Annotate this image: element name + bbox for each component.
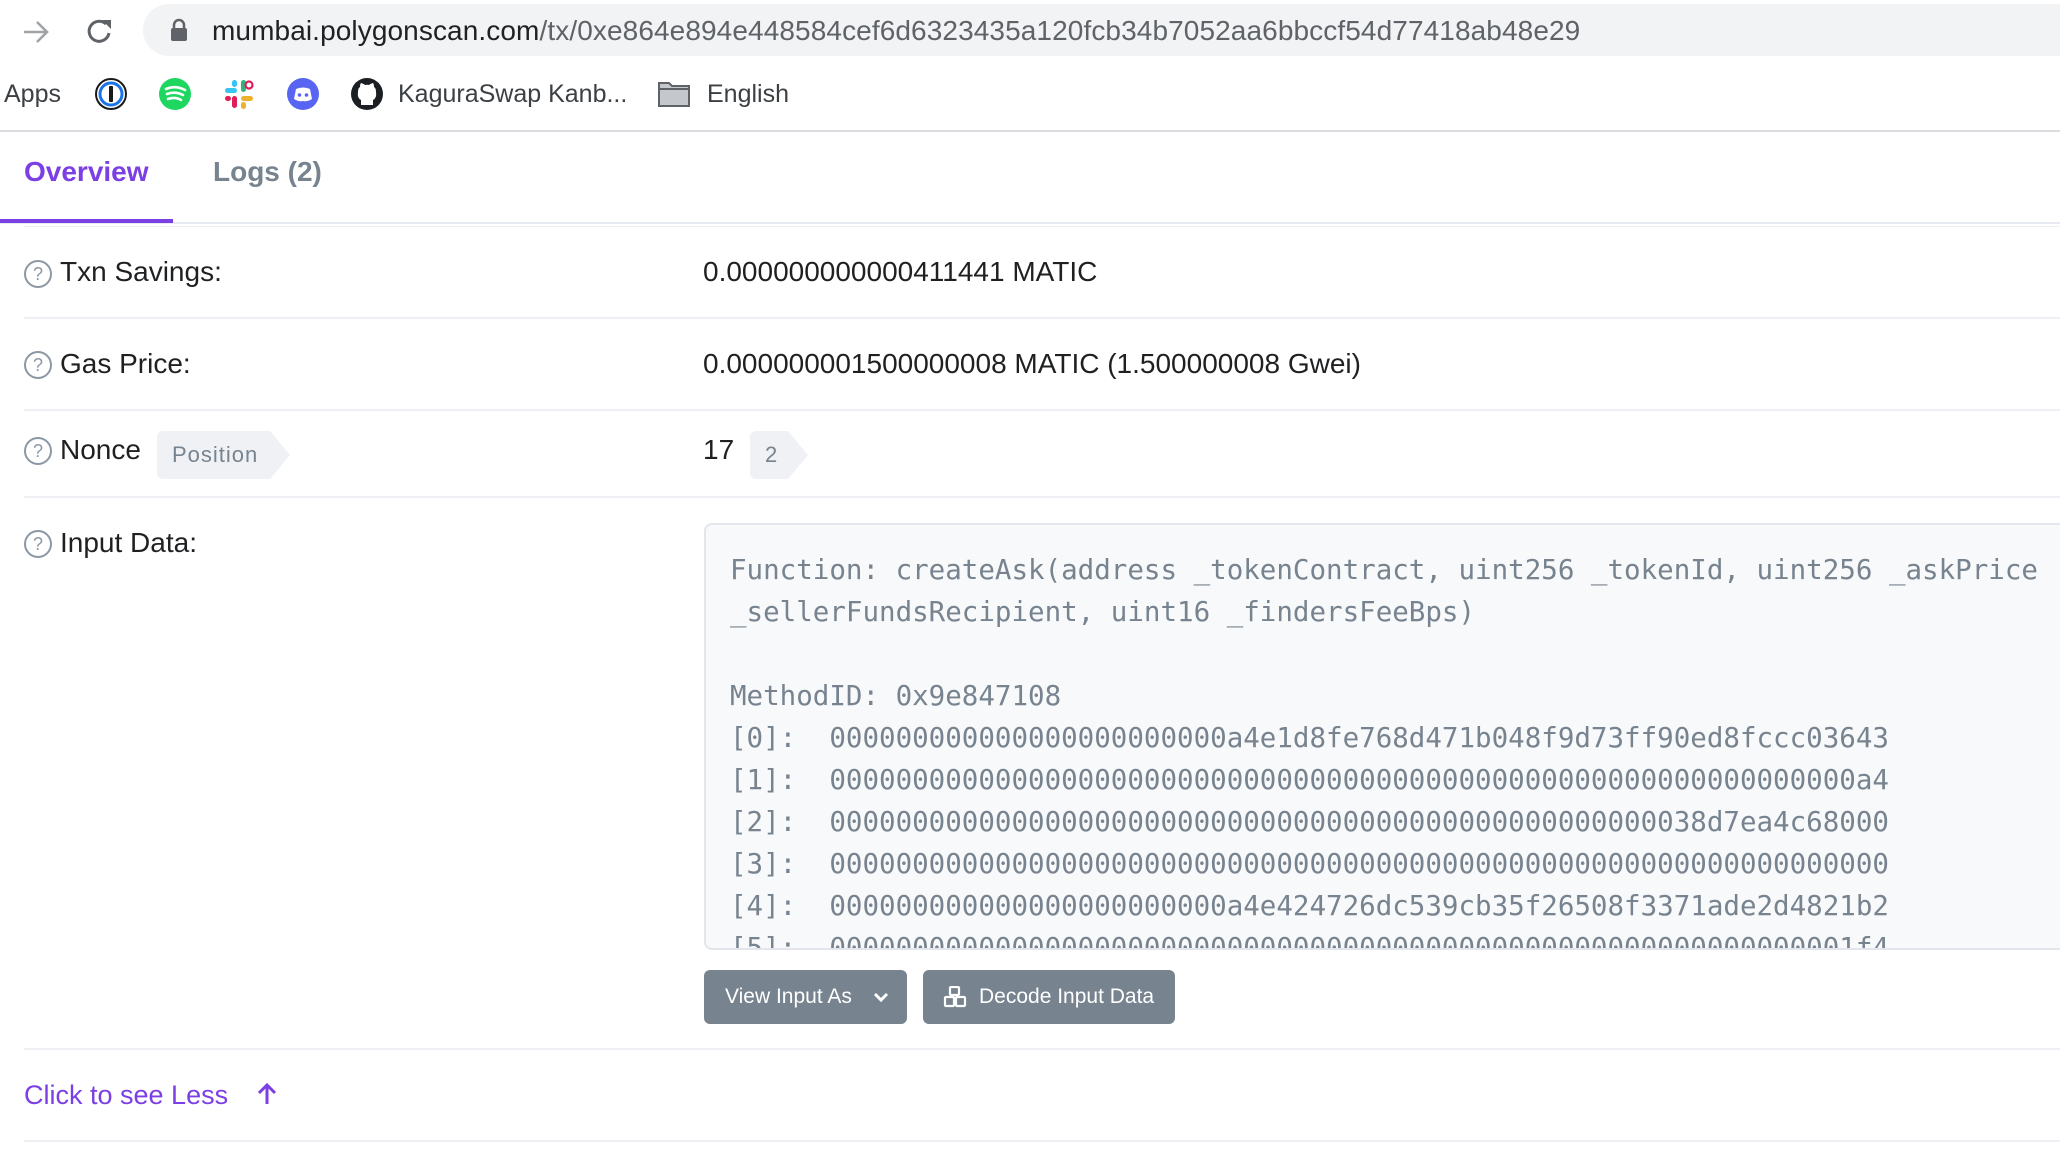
spotify-icon (159, 78, 191, 110)
nonce-label: Nonce (60, 434, 141, 465)
reload-icon (87, 19, 111, 43)
input-data-code: Function: createAsk(address _tokenContra… (730, 549, 2038, 950)
arrow-up-icon (257, 1082, 276, 1104)
code-line: Function: createAsk(address _tokenContra… (730, 554, 2038, 586)
code-line: [1]: 00000000000000000000000000000000000… (730, 764, 1889, 796)
1password-icon (95, 78, 127, 110)
row-divider (24, 317, 2060, 319)
bookmark-apps[interactable]: Apps (4, 72, 61, 116)
position-tag-label: Position (172, 442, 259, 467)
position-tag: Position (157, 431, 290, 479)
help-icon[interactable]: ? (24, 437, 52, 465)
position-value: 2 (765, 442, 779, 467)
code-line: MethodID: 0x9e847108 (730, 680, 1062, 712)
row-divider (24, 496, 2060, 498)
cubes-icon (943, 986, 967, 1008)
bookmark-slack[interactable] (222, 72, 256, 116)
row-divider (24, 1140, 2060, 1142)
bookmark-discord[interactable] (286, 72, 320, 116)
input-data-label: Input Data: (60, 527, 197, 558)
discord-icon (287, 78, 319, 110)
code-line: [0]: 000000000000000000000000a4e1d8fe768… (730, 722, 1889, 754)
bookmark-label: English (707, 79, 789, 108)
chrome-divider (0, 130, 2060, 132)
bookmark-folder-english[interactable]: English (657, 72, 789, 116)
slack-icon (225, 80, 254, 109)
code-line: [5]: 00000000000000000000000000000000000… (730, 932, 1889, 950)
tab-border (0, 222, 2060, 224)
gas-price-value: 0.000000001500000008 MATIC (1.500000008 … (703, 348, 1361, 379)
row-divider (24, 1048, 2060, 1050)
lock-icon (171, 18, 187, 41)
chevron-down-icon (873, 992, 889, 1003)
code-line: [4]: 000000000000000000000000a4e424726dc… (730, 890, 1889, 922)
github-icon (351, 78, 383, 110)
input-data-textarea[interactable]: Function: createAsk(address _tokenContra… (704, 523, 2060, 950)
active-tab-indicator (0, 219, 173, 223)
help-icon[interactable]: ? (24, 260, 52, 288)
code-line: [2]: 00000000000000000000000000000000000… (730, 806, 1889, 838)
decode-input-data-button[interactable]: Decode Input Data (923, 970, 1175, 1024)
view-input-as-button[interactable]: View Input As (704, 970, 907, 1024)
txn-savings-value: 0.000000000000411441 MATIC (703, 256, 1098, 287)
txn-savings-label: Txn Savings: (60, 256, 222, 287)
decode-input-data-label: Decode Input Data (979, 985, 1155, 1008)
tab-border-secondary (24, 226, 2060, 227)
forward-button[interactable] (14, 10, 58, 54)
bookmark-label: Apps (4, 79, 61, 108)
url-path: /tx/0xe864e894e448584cef6d6323435a120fcb… (539, 15, 1581, 46)
see-less-link[interactable]: Click to see Less (24, 1080, 278, 1111)
bookmarks-bar: Apps KaguraSwap Kanb... English (0, 72, 2060, 116)
arrow-right-icon (24, 21, 49, 43)
address-bar[interactable]: mumbai.polygonscan.com/tx/0xe864e894e448… (143, 4, 2060, 56)
tab-logs[interactable]: Logs (2) (213, 156, 322, 188)
bookmark-kaguraswap[interactable]: KaguraSwap Kanb... (350, 72, 627, 116)
tab-overview[interactable]: Overview (24, 156, 149, 188)
bookmark-spotify[interactable] (158, 72, 192, 116)
folder-icon (658, 82, 690, 107)
see-less-label: Click to see Less (24, 1080, 229, 1110)
bookmark-1password[interactable] (94, 72, 128, 116)
row-divider (24, 409, 2060, 411)
reload-button[interactable] (78, 10, 122, 54)
nonce-value: 17 (703, 434, 735, 465)
url-text: mumbai.polygonscan.com/tx/0xe864e894e448… (212, 15, 1580, 47)
bookmark-label: KaguraSwap Kanb... (398, 79, 628, 108)
gas-price-label: Gas Price: (60, 348, 191, 379)
help-icon[interactable]: ? (24, 351, 52, 379)
help-icon[interactable]: ? (24, 530, 52, 558)
view-input-as-label: View Input As (725, 985, 852, 1008)
position-value-tag: 2 (750, 431, 808, 479)
code-line: ​ (730, 633, 2038, 675)
code-line: [3]: 00000000000000000000000000000000000… (730, 848, 1889, 880)
url-host: mumbai.polygonscan.com (212, 15, 540, 46)
code-line: _sellerFundsRecipient, uint16 _findersFe… (730, 596, 1476, 628)
